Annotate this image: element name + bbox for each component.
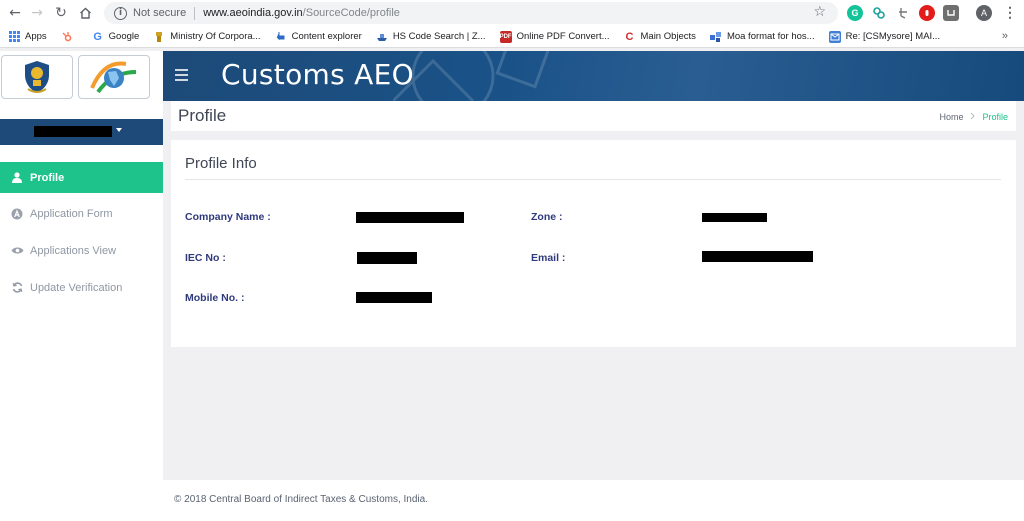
company-name-label: Company Name : xyxy=(185,211,271,223)
card-divider xyxy=(185,179,1001,180)
bookmark-csmysore[interactable]: Re: [CSMysore] MAI... xyxy=(828,30,941,43)
adblock-extension-icon[interactable] xyxy=(919,5,935,21)
redacted-username xyxy=(34,126,112,137)
caret-down-icon xyxy=(116,128,122,132)
bookmark-moa-format[interactable]: Moa format for hos... xyxy=(709,31,815,43)
app-title: Customs AEO xyxy=(221,58,414,91)
security-label: Not secure xyxy=(133,7,187,19)
breadcrumb: Home Profile xyxy=(939,112,1008,122)
email-label: Email : xyxy=(531,252,566,264)
bookmark-label: Ministry Of Corpora... xyxy=(170,31,261,42)
user-dropdown[interactable] xyxy=(0,119,163,145)
logo-area xyxy=(0,51,163,101)
forward-arrow-icon[interactable]: → xyxy=(26,2,48,24)
footer: © 2018 Central Board of Indirect Taxes &… xyxy=(163,480,1024,521)
bookmark-hubspot[interactable] xyxy=(61,31,78,43)
cbic-emblem-logo[interactable] xyxy=(1,55,73,99)
browser-menu-icon[interactable]: ⋮ xyxy=(1003,3,1017,23)
header-decoration xyxy=(393,51,551,101)
copyright-text: © 2018 Central Board of Indirect Taxes &… xyxy=(174,494,428,505)
bookmark-ministry[interactable]: Ministry Of Corpora... xyxy=(153,31,261,43)
user-icon xyxy=(10,172,24,183)
sidebar-item-applications-view[interactable]: Applications View xyxy=(0,235,163,266)
url-divider xyxy=(194,6,196,20)
app-header: Customs AEO xyxy=(163,51,1024,101)
card-title: Profile Info xyxy=(185,155,257,172)
home-icon[interactable] xyxy=(74,2,96,24)
page-header: Profile Home Profile xyxy=(171,101,1016,131)
chevron-right-icon xyxy=(970,112,976,122)
pocket-extension-icon[interactable] xyxy=(943,5,959,21)
sidebar-item-label: Application Form xyxy=(30,207,113,220)
pdf-icon: PDF xyxy=(499,30,512,43)
breadcrumb-current: Profile xyxy=(982,112,1008,122)
bookmark-label: Moa format for hos... xyxy=(726,31,815,42)
url-host: www.aeoindia.gov.in xyxy=(203,7,303,19)
bookmark-pdf-converter[interactable]: PDF Online PDF Convert... xyxy=(499,30,610,43)
back-arrow-icon[interactable]: ← xyxy=(4,2,26,24)
redacted-mobile xyxy=(356,292,432,303)
bookmark-main-objects[interactable]: C Main Objects xyxy=(624,31,696,43)
sidebar-item-label: Update Verification xyxy=(30,281,123,294)
bookmark-google[interactable]: G Google xyxy=(92,30,140,43)
cursor-extension-icon[interactable] xyxy=(895,5,911,21)
link-extension-icon[interactable] xyxy=(871,5,887,21)
zone-label: Zone : xyxy=(531,211,563,223)
redacted-company-name xyxy=(356,212,464,223)
address-bar[interactable]: i Not secure www.aeoindia.gov.in/SourceC… xyxy=(104,2,838,24)
bookmark-label: Online PDF Convert... xyxy=(516,31,610,42)
profile-avatar[interactable]: A xyxy=(976,5,992,21)
google-icon: G xyxy=(93,30,102,43)
mail-icon xyxy=(828,30,841,43)
iec-label: IEC No : xyxy=(185,252,226,264)
sidebar-item-application-form[interactable]: Application Form xyxy=(0,198,163,229)
sidebar-item-label: Applications View xyxy=(30,244,117,257)
aeo-india-logo[interactable] xyxy=(78,55,150,99)
sidebar-item-update-verification[interactable]: Update Verification xyxy=(0,272,163,303)
redacted-iec xyxy=(357,252,417,264)
bookmark-content-explorer[interactable]: Content explorer xyxy=(275,31,362,43)
blocks-icon xyxy=(709,31,722,43)
browser-toolbar: ← → ↻ i Not secure www.aeoindia.gov.in/S… xyxy=(0,0,1024,26)
bookmark-label: Main Objects xyxy=(640,31,696,42)
redacted-email xyxy=(702,251,813,262)
bookmark-apps[interactable]: Apps xyxy=(8,31,47,43)
sidebar-item-label: Profile xyxy=(30,171,65,184)
c-icon: C xyxy=(625,30,634,43)
url-path: /SourceCode/profile xyxy=(302,7,400,19)
reload-icon[interactable]: ↻ xyxy=(50,2,72,24)
bookmark-label: Google xyxy=(108,31,140,42)
grammarly-extension-icon[interactable]: G xyxy=(847,5,863,21)
bookmarks-bar: Apps G Google Ministry Of Corpora... Con… xyxy=(0,26,1024,48)
letter-a-circle-icon xyxy=(10,208,24,220)
ship-icon xyxy=(376,31,388,43)
apps-grid-icon xyxy=(8,31,20,43)
page-title: Profile xyxy=(178,106,227,125)
sidebar: Profile Application Form Applications Vi… xyxy=(0,101,163,521)
bookmark-label: Content explorer xyxy=(291,31,362,42)
emblem-icon xyxy=(153,31,165,43)
info-icon[interactable]: i xyxy=(114,6,127,20)
hubspot-icon xyxy=(61,31,73,43)
mobile-label: Mobile No. : xyxy=(185,292,245,304)
bookmark-star-icon[interactable]: ☆ xyxy=(813,4,826,20)
menu-toggle-icon[interactable] xyxy=(175,69,188,84)
pointer-icon xyxy=(275,31,287,43)
bookmark-label: HS Code Search | Z... xyxy=(392,31,486,42)
redacted-zone xyxy=(702,213,767,222)
bookmarks-overflow-chevron[interactable]: » xyxy=(1002,30,1008,42)
refresh-icon xyxy=(10,282,24,293)
bookmark-label: Apps xyxy=(25,31,47,42)
breadcrumb-home-link[interactable]: Home xyxy=(939,112,963,122)
bookmark-hs-code[interactable]: HS Code Search | Z... xyxy=(376,31,486,43)
bookmark-label: Re: [CSMysore] MAI... xyxy=(845,31,941,42)
eye-icon xyxy=(10,246,24,255)
sidebar-item-profile[interactable]: Profile xyxy=(0,162,163,193)
profile-info-card: Profile Info Company Name : Zone : IEC N… xyxy=(171,140,1016,347)
